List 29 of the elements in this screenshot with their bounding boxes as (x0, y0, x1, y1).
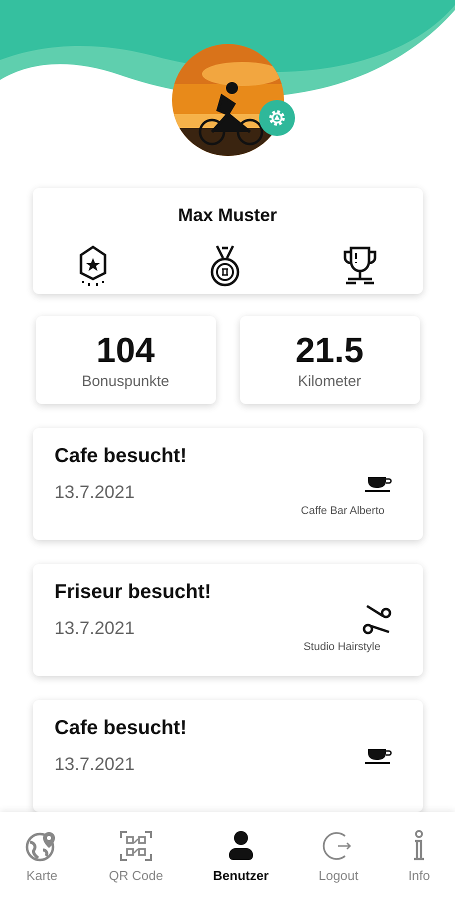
event-card[interactable]: Cafe besucht! 13.7.2021 Caffe Bar Alberto (32, 428, 422, 540)
coffee-cup-icon (364, 476, 392, 492)
stat-value: 104 (96, 330, 155, 370)
event-title: Cafe besucht! (54, 445, 188, 468)
nav-tab[interactable]: QR Code (102, 826, 170, 886)
event-card[interactable]: Cafe besucht! 13.7.2021 (32, 700, 422, 812)
stat-value: 21.5 (295, 330, 364, 370)
nav-tab[interactable]: Info (402, 826, 436, 886)
event-date: 13.7.2021 (54, 754, 136, 775)
user-name: Max Muster (178, 205, 278, 226)
nav-tab[interactable]: Karte (18, 826, 65, 886)
scissors-icon (360, 604, 392, 636)
event-title: Friseur besucht! (54, 581, 212, 604)
medal-icon (208, 244, 240, 288)
coffee-cup-icon (364, 748, 392, 764)
nav-tab[interactable]: Logout (312, 826, 364, 886)
qr-code-icon (119, 830, 153, 862)
info-icon (412, 830, 426, 862)
event-place: Caffe Bar Alberto (300, 505, 384, 517)
stat-label: Bonuspunkte (82, 372, 170, 390)
event-card[interactable]: Friseur besucht! 13.7.2021 Studio Hairstyle (32, 564, 422, 676)
event-title: Cafe besucht! (54, 717, 188, 740)
nav-tab[interactable]: Benutzer (207, 826, 275, 886)
stat-label: Kilometer (298, 372, 362, 390)
event-place: Studio Hairstyle (303, 641, 380, 653)
event-date: 13.7.2021 (54, 482, 136, 503)
pennant-icon (78, 245, 108, 287)
trophy-icon (342, 245, 378, 287)
event-date: 13.7.2021 (54, 618, 136, 639)
